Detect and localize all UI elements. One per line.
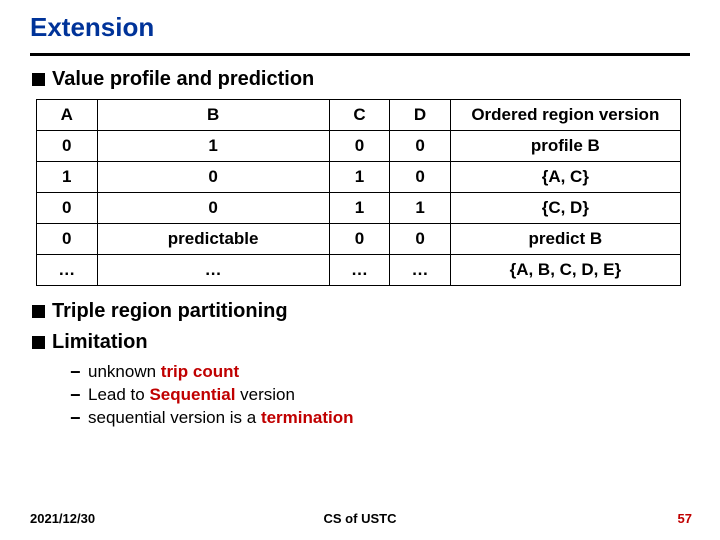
- cell: {A, B, C, D, E}: [450, 255, 680, 286]
- cell: 1: [37, 162, 98, 193]
- slide: Extension Value profile and prediction A…: [0, 0, 720, 540]
- table-row: 0 1 0 0 profile B: [37, 131, 681, 162]
- square-bullet-icon: [32, 305, 45, 318]
- accent-text: trip count: [161, 362, 239, 381]
- text: unknown: [88, 362, 161, 381]
- cell: …: [329, 255, 390, 286]
- accent-text: Sequential: [149, 385, 235, 404]
- sub-bullet-item: − unknown trip count: [70, 362, 690, 383]
- accent-text: termination: [261, 408, 354, 427]
- square-bullet-icon: [32, 336, 45, 349]
- cell: 1: [97, 131, 329, 162]
- cell: …: [97, 255, 329, 286]
- col-header: B: [97, 100, 329, 131]
- cell: 1: [329, 193, 390, 224]
- cell: …: [390, 255, 451, 286]
- cell: 0: [390, 162, 451, 193]
- dash-bullet-icon: −: [70, 362, 84, 383]
- bullet-text: Limitation: [52, 331, 148, 354]
- cell: 0: [329, 131, 390, 162]
- footer: 2021/12/30 CS of USTC 57: [0, 511, 720, 526]
- cell: 0: [390, 131, 451, 162]
- footer-center: CS of USTC: [0, 511, 720, 526]
- table-header-row: A B C D Ordered region version: [37, 100, 681, 131]
- cell: 0: [390, 224, 451, 255]
- cell: 0: [37, 131, 98, 162]
- bullet-text: Value profile and prediction: [52, 68, 314, 91]
- sub-text: Lead to Sequential version: [88, 385, 295, 405]
- cell: …: [37, 255, 98, 286]
- text: version: [235, 385, 295, 404]
- sub-text: unknown trip count: [88, 362, 239, 382]
- cell: 0: [329, 224, 390, 255]
- cell: profile B: [450, 131, 680, 162]
- bullet-item: Triple region partitioning: [32, 300, 690, 323]
- cell: {C, D}: [450, 193, 680, 224]
- title-rule: [30, 53, 690, 56]
- dash-bullet-icon: −: [70, 408, 84, 429]
- sub-bullet-list: − unknown trip count − Lead to Sequentia…: [32, 362, 690, 429]
- text: Lead to: [88, 385, 149, 404]
- dash-bullet-icon: −: [70, 385, 84, 406]
- bullet-item: Limitation: [32, 331, 690, 354]
- sub-bullet-item: − Lead to Sequential version: [70, 385, 690, 406]
- table-row: 0 0 1 1 {C, D}: [37, 193, 681, 224]
- table-row: … … … … {A, B, C, D, E}: [37, 255, 681, 286]
- bullet-item: Value profile and prediction: [32, 68, 690, 91]
- table-row: 0 predictable 0 0 predict B: [37, 224, 681, 255]
- data-table: A B C D Ordered region version 0 1 0 0 p…: [36, 99, 681, 286]
- col-header: C: [329, 100, 390, 131]
- cell: 1: [329, 162, 390, 193]
- col-header: A: [37, 100, 98, 131]
- cell: predict B: [450, 224, 680, 255]
- cell: 0: [37, 224, 98, 255]
- bullet-text: Triple region partitioning: [52, 300, 288, 323]
- sub-bullet-item: − sequential version is a termination: [70, 408, 690, 429]
- cell: 0: [37, 193, 98, 224]
- bullet-list: Value profile and prediction A B C D Ord…: [30, 68, 690, 429]
- cell: 0: [97, 193, 329, 224]
- cell: 0: [97, 162, 329, 193]
- text: sequential version is a: [88, 408, 261, 427]
- col-header: D: [390, 100, 451, 131]
- cell: predictable: [97, 224, 329, 255]
- square-bullet-icon: [32, 73, 45, 86]
- col-header: Ordered region version: [450, 100, 680, 131]
- cell: 1: [390, 193, 451, 224]
- page-title: Extension: [30, 12, 690, 53]
- cell: {A, C}: [450, 162, 680, 193]
- table-row: 1 0 1 0 {A, C}: [37, 162, 681, 193]
- sub-text: sequential version is a termination: [88, 408, 354, 428]
